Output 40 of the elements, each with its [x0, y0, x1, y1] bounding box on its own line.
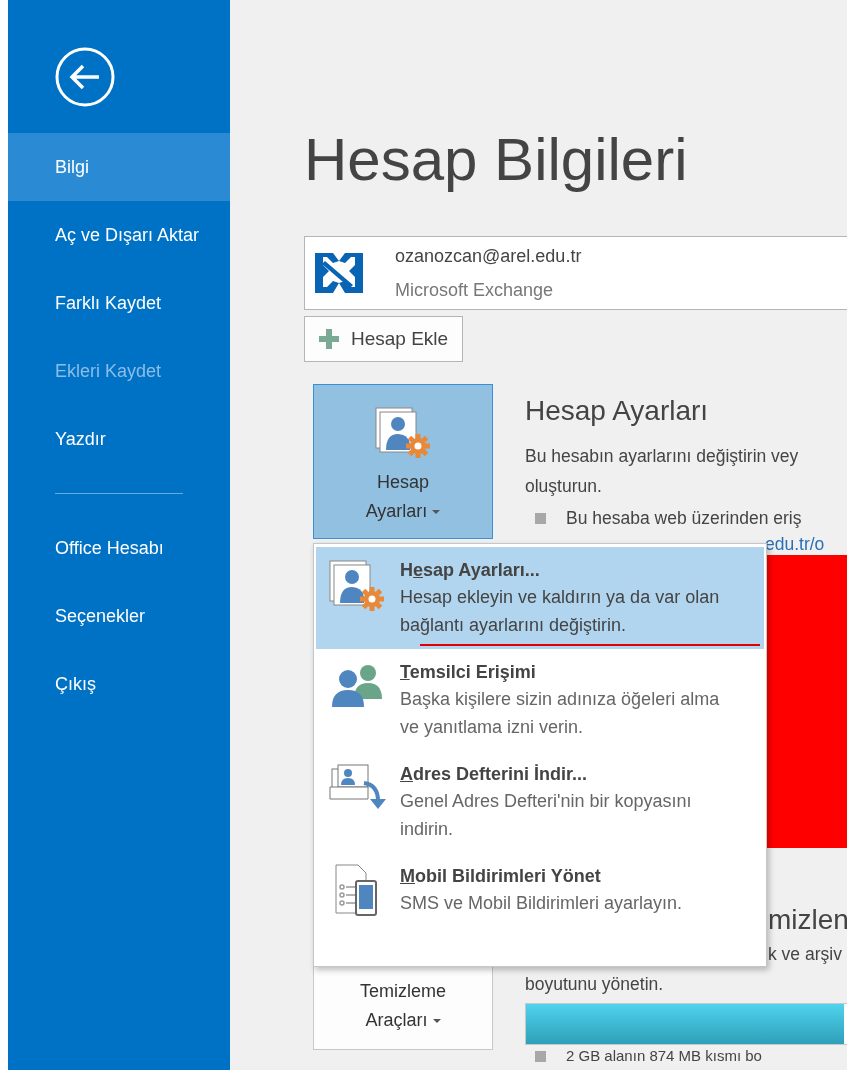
storage-text: 2 GB alanın 874 MB kısmı bo	[566, 1046, 762, 1066]
menu-item-title: Mobil Bildirimleri Yönet	[400, 865, 602, 888]
sidebar-item[interactable]: Bilgi	[8, 133, 230, 201]
section-description: boyutunu yönetin.	[525, 973, 665, 996]
sidebar-item[interactable]: Aç ve Dışarı Aktar	[8, 201, 230, 269]
sidebar-item[interactable]: Yazdır	[8, 405, 230, 473]
account-type: Microsoft Exchange	[395, 279, 555, 302]
account-card[interactable]: ozanozcan@arel.edu.tr Microsoft Exchange	[304, 236, 847, 310]
account-settings-button[interactable]: Hesap Ayarları	[313, 384, 493, 539]
bullet-text: Bu hesaba web üzerinden eriş	[566, 507, 802, 530]
menu-item-title: Adres Defterini İndir...	[400, 763, 589, 786]
sidebar-item[interactable]: Çıkış	[8, 650, 230, 718]
menu-item[interactable]: Mobil Bildirimleri Yönet SMS ve Mobil Bildirimleri ayarlayın.	[316, 853, 764, 929]
section-heading-fragment: mizlen	[768, 903, 847, 937]
sidebar-item[interactable]: Office Hesabı	[8, 514, 230, 582]
description-fragment: k ve arşiv	[768, 943, 843, 966]
menu-item-description: Genel Adres Defteri'nin bir kopyasını indirin.	[400, 790, 693, 841]
page-title: Hesap Bilgileri	[304, 125, 689, 195]
account-email: ozanozcan@arel.edu.tr	[395, 245, 582, 268]
add-account-button[interactable]: Hesap Ekle	[304, 316, 464, 362]
bullet-icon	[535, 512, 546, 524]
menu-item[interactable]: Adres Defterini İndir... Genel Adres Defteri'nin bir kopyasını indirin.	[316, 751, 764, 853]
menu-item[interactable]: Temsilci Erişimi Başka kişilere sizin adınıza öğeleri alma ve yanıtlama izni verin.	[316, 649, 764, 751]
section-heading: Hesap Ayarları	[525, 394, 710, 428]
menu-item-description: Hesap ekleyin ve kaldırın ya da var olan bağlantı ayarlarını değiştirin.	[400, 586, 721, 637]
menu-item-description: SMS ve Mobil Bildirimleri ayarlayın.	[400, 892, 683, 915]
sidebar-item[interactable]: Farklı Kaydet	[8, 269, 230, 337]
link-fragment[interactable]: edu.tr/o	[765, 533, 825, 555]
menu-item-title: Temsilci Erişimi	[400, 661, 537, 684]
account-settings-icon	[374, 404, 432, 460]
menu-item-description: Başka kişilere sizin adınıza öğeleri alma ve yanıtlama izni verin.	[400, 688, 721, 739]
sidebar-item[interactable]: Seçenekler	[8, 582, 230, 650]
plus-icon	[319, 329, 339, 349]
menu-item[interactable]: Hesap Ayarları... Hesap ekleyin ve kaldırın ya da var olan bağlantı ayarlarını değiştirin.	[316, 547, 764, 649]
caret-icon	[432, 510, 441, 515]
menu-item-title: Hesap Ayarları...	[400, 559, 541, 582]
section-description: Bu hesabın ayarlarını değiştirin vey oluşturun.	[525, 445, 800, 498]
caret-icon	[432, 1019, 441, 1024]
bullet-icon	[535, 1050, 546, 1062]
back-icon[interactable]	[55, 47, 115, 107]
